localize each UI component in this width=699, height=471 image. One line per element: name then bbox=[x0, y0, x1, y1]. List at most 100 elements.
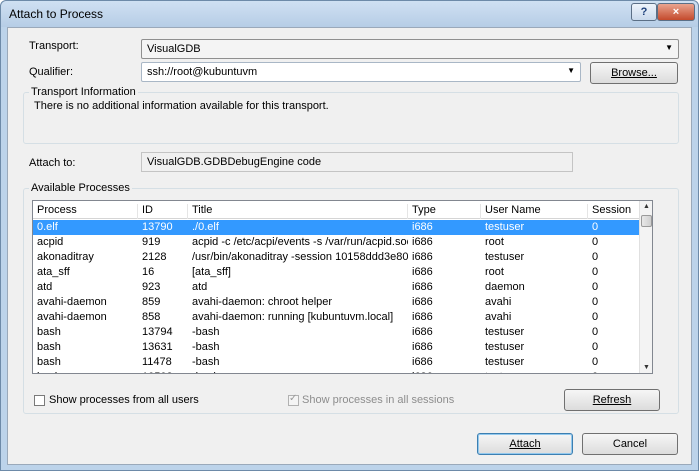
table-cell: avahi-daemon bbox=[37, 311, 107, 323]
show-all-users-checkbox[interactable] bbox=[34, 395, 45, 406]
process-list-header: Process ID Title Type User Name Session bbox=[33, 201, 641, 219]
dialog-title: Attach to Process bbox=[9, 7, 104, 21]
scroll-up-icon[interactable]: ▲ bbox=[641, 203, 652, 210]
transport-dropdown[interactable]: VisualGDB ▼ bbox=[141, 39, 679, 59]
table-cell: i686 bbox=[412, 221, 433, 233]
table-cell: 859 bbox=[142, 296, 161, 308]
show-all-sessions-label: Show processes in all sessions bbox=[302, 394, 455, 406]
table-cell: avahi-daemon: chroot helper bbox=[192, 296, 333, 308]
column-header-id[interactable]: ID bbox=[138, 204, 188, 219]
transport-value: VisualGDB bbox=[147, 43, 201, 55]
column-header-session[interactable]: Session bbox=[588, 204, 641, 219]
table-cell: bash bbox=[37, 356, 61, 368]
title-bar: Attach to Process ? × bbox=[1, 1, 698, 27]
table-row[interactable]: akonaditray 2128/usr/bin/akonaditray -ses… bbox=[33, 250, 641, 265]
scrollbar-thumb[interactable] bbox=[641, 215, 652, 227]
table-cell: testuser bbox=[485, 251, 525, 263]
table-cell: bash bbox=[37, 326, 61, 338]
show-all-sessions-checkbox[interactable]: ✓ bbox=[288, 393, 299, 406]
qualifier-label: Qualifier: bbox=[29, 66, 73, 78]
table-row[interactable]: ata_sff 16 [ata_sff] i686 root 0 bbox=[33, 265, 641, 280]
table-cell: avahi-daemon: running [kubuntuvm.local] bbox=[192, 311, 394, 323]
table-cell: avahi bbox=[485, 311, 512, 323]
table-cell: 13631 bbox=[142, 341, 173, 353]
table-row[interactable]: bash 13794 -bash i686 testuser 0 bbox=[33, 325, 641, 340]
table-cell: 0.elf bbox=[37, 221, 58, 233]
table-row[interactable]: acpid 919 acpid -c /etc/acpi/events -s /va… bbox=[33, 235, 641, 250]
table-cell: -bash bbox=[192, 341, 220, 353]
table-cell: akonaditray bbox=[37, 251, 94, 263]
table-cell: testuser bbox=[481, 371, 588, 373]
column-header-user-name[interactable]: User Name bbox=[481, 204, 588, 219]
process-list-scrollbar[interactable]: ▲ ▼ bbox=[639, 201, 652, 373]
qualifier-label-text: Qualifier: bbox=[29, 66, 74, 78]
table-cell: bash bbox=[33, 371, 138, 373]
chevron-down-icon: ▼ bbox=[567, 66, 575, 75]
table-cell: 0 bbox=[588, 371, 641, 373]
column-header-type[interactable]: Type bbox=[408, 204, 481, 219]
table-row[interactable]: avahi-daemon 858 avahi-daemon: running [ku… bbox=[33, 310, 641, 325]
table-cell: 858 bbox=[142, 311, 161, 323]
close-button[interactable]: × bbox=[657, 3, 695, 21]
table-row[interactable]: avahi-daemon 859 avahi-daemon: chroot help… bbox=[33, 295, 641, 310]
checkmark-icon: ✓ bbox=[289, 393, 298, 404]
show-all-users-label: Show processes from all users bbox=[49, 394, 199, 406]
table-cell: 0 bbox=[592, 266, 599, 278]
column-header-title[interactable]: Title bbox=[188, 204, 408, 219]
cancel-button-label: Cancel bbox=[612, 438, 648, 450]
table-cell: 10502 bbox=[138, 371, 188, 373]
table-cell: atd bbox=[192, 281, 208, 293]
table-cell: ata_sff bbox=[37, 266, 70, 278]
table-cell: testuser bbox=[485, 326, 525, 338]
table-cell: testuser bbox=[485, 221, 525, 233]
table-cell: [ata_sff] bbox=[192, 266, 231, 278]
table-cell: -bash bbox=[188, 371, 408, 373]
browse-button[interactable]: Browse... bbox=[590, 62, 678, 84]
table-row[interactable]: bash 11478 -bash i686 testuser 0 bbox=[33, 355, 641, 370]
table-cell: bash bbox=[37, 341, 61, 353]
table-cell: 2128 bbox=[142, 251, 167, 263]
chevron-down-icon: ▼ bbox=[665, 43, 673, 52]
table-cell: -bash bbox=[192, 326, 220, 338]
table-cell: 0 bbox=[592, 236, 599, 248]
qualifier-value: ssh://root@kubuntuvm bbox=[147, 66, 258, 78]
qualifier-input[interactable]: ssh://root@kubuntuvm ▼ bbox=[141, 62, 581, 82]
attach-button-label: Attach bbox=[509, 438, 541, 450]
table-cell: atd bbox=[37, 281, 53, 293]
table-cell: 0 bbox=[592, 341, 599, 353]
attach-to-field: VisualGDB.GDBDebugEngine code bbox=[141, 152, 573, 172]
table-cell: -bash bbox=[192, 356, 220, 368]
transport-label-text: Transport: bbox=[29, 40, 79, 52]
table-row[interactable]: bash 13631 -bash i686 testuser 0 bbox=[33, 340, 641, 355]
table-row[interactable]: 0.elf 13790 ./0.elf i686 testuser 0 bbox=[33, 220, 641, 235]
table-cell: i686 bbox=[412, 311, 433, 323]
table-cell: i686 bbox=[412, 266, 433, 278]
process-list[interactable]: Process ID Title Type User Name Session … bbox=[32, 200, 653, 374]
table-cell: 11478 bbox=[142, 356, 172, 368]
column-header-process[interactable]: Process bbox=[33, 204, 138, 219]
scroll-down-icon[interactable]: ▼ bbox=[641, 364, 652, 371]
help-button[interactable]: ? bbox=[631, 3, 657, 21]
table-row[interactable]: bash10502-bashi686testuser0 bbox=[33, 370, 641, 373]
table-cell: 0 bbox=[592, 221, 599, 233]
browse-button-label: Browse... bbox=[611, 67, 657, 79]
table-cell: acpid bbox=[37, 236, 64, 248]
refresh-button[interactable]: Refresh bbox=[564, 389, 660, 411]
dialog-client-area: Transport: VisualGDB ▼ Qualifier: ssh://… bbox=[7, 27, 692, 465]
transport-info-text: There is no additional information avail… bbox=[34, 100, 329, 112]
table-cell: 0 bbox=[592, 311, 599, 323]
table-cell: 919 bbox=[142, 236, 161, 248]
attach-button[interactable]: Attach bbox=[477, 433, 573, 455]
table-cell: 13794 bbox=[142, 326, 173, 338]
cancel-button[interactable]: Cancel bbox=[582, 433, 678, 455]
table-cell: avahi-daemon bbox=[37, 296, 107, 308]
table-cell: i686 bbox=[412, 341, 433, 353]
table-cell: i686 bbox=[412, 356, 433, 368]
refresh-button-label: Refresh bbox=[592, 394, 632, 406]
table-cell: testuser bbox=[485, 341, 525, 353]
available-processes-title: Available Processes bbox=[29, 182, 132, 194]
table-row[interactable]: atd 923 atd i686 daemon 0 bbox=[33, 280, 641, 295]
table-cell: i686 bbox=[412, 281, 433, 293]
table-cell: ./0.elf bbox=[192, 221, 219, 233]
attach-to-value: VisualGDB.GDBDebugEngine code bbox=[147, 156, 322, 168]
